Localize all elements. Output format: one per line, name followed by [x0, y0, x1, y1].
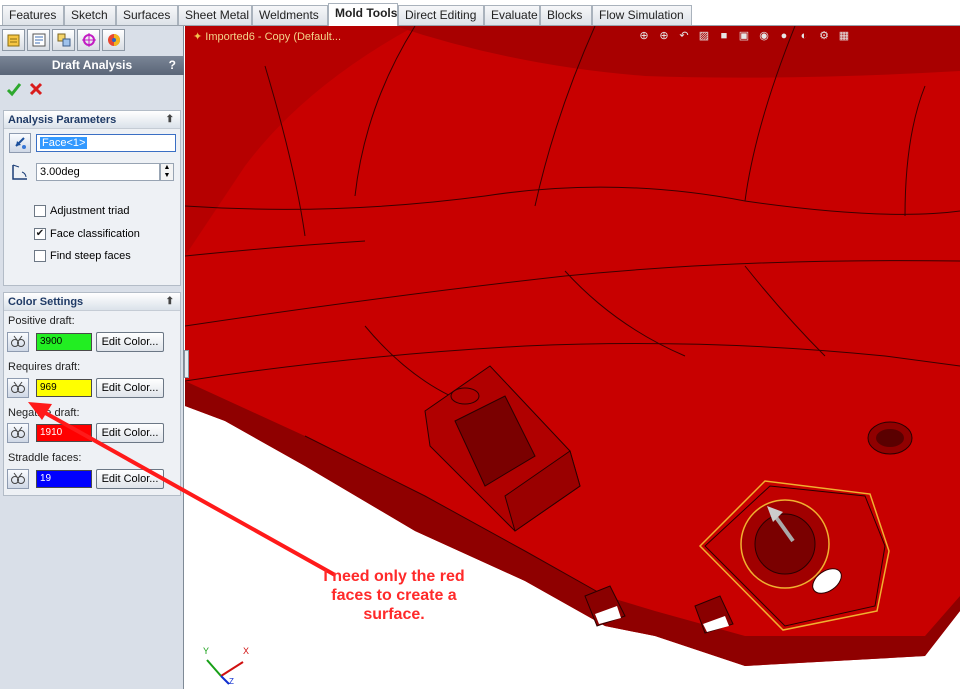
- tab-evaluate[interactable]: Evaluate: [484, 5, 540, 25]
- display-style-icon[interactable]: ▣: [737, 29, 751, 43]
- face-selection-text: Face<1>: [40, 137, 88, 149]
- requires-draft-visibility-icon[interactable]: [7, 378, 29, 398]
- tab-features[interactable]: Features: [2, 5, 64, 25]
- adjustment-triad-label: Adjustment triad: [50, 205, 130, 217]
- draft-angle-input[interactable]: 3.00deg: [36, 163, 160, 181]
- color-settings-group: Color Settings ⬆ Positive draft: 3900 Ed…: [3, 292, 181, 496]
- view-settings-icon[interactable]: ⚙: [817, 29, 831, 43]
- document-title-text: Imported6 - Copy (Default...: [205, 31, 342, 43]
- reference-triad: Y X Z: [203, 646, 249, 686]
- ok-checkmark-icon[interactable]: [6, 81, 22, 97]
- requires-draft-label: Requires draft:: [8, 361, 81, 373]
- face-classification-option[interactable]: ✔ Face classification: [34, 226, 140, 242]
- heads-up-view-toolbar: ⊕ ⊕ ↶ ▨ ■ ▣ ◉ ● ◐ ⚙ ▦: [637, 29, 851, 43]
- tab-sketch[interactable]: Sketch: [64, 5, 116, 25]
- face-classification-label: Face classification: [50, 228, 140, 240]
- tab-weldments[interactable]: Weldments: [252, 5, 328, 25]
- draft-angle-spinner[interactable]: ▲ ▼: [160, 163, 174, 181]
- edit-appearance-icon[interactable]: ●: [777, 29, 791, 43]
- positive-draft-visibility-icon[interactable]: [7, 332, 29, 352]
- direction-face-field[interactable]: Face<1>: [36, 134, 176, 152]
- triad-z-label: Z: [229, 677, 234, 686]
- annotation-text: I need only the red faces to create a su…: [323, 568, 465, 623]
- graphics-viewport[interactable]: ✦ Imported6 - Copy (Default... ⊕ ⊕ ↶ ▨ ■…: [185, 26, 960, 689]
- straddle-faces-swatch: 19: [36, 470, 92, 488]
- property-manager-tab-icon[interactable]: [27, 29, 50, 51]
- adjustment-triad-option[interactable]: Adjustment triad: [34, 203, 129, 219]
- negative-draft-visibility-icon[interactable]: [7, 423, 29, 443]
- panel-splitter-handle[interactable]: [184, 350, 189, 378]
- tab-flow-simulation[interactable]: Flow Simulation: [592, 5, 692, 25]
- requires-edit-color-button[interactable]: Edit Color...: [96, 378, 164, 398]
- find-steep-faces-checkbox[interactable]: [34, 250, 46, 262]
- panel-tab-strip: [2, 29, 125, 53]
- cancel-x-icon[interactable]: [28, 81, 44, 97]
- display-pane-icon[interactable]: ▦: [837, 29, 851, 43]
- straddle-faces-visibility-icon[interactable]: [7, 469, 29, 489]
- color-settings-header[interactable]: Color Settings ⬆: [4, 293, 180, 311]
- tab-sheet-metal[interactable]: Sheet Metal: [178, 5, 252, 25]
- color-settings-title: Color Settings: [8, 296, 84, 308]
- straddle-faces-label: Straddle faces:: [8, 452, 82, 464]
- triad-x-label: X: [243, 646, 249, 656]
- collapse-chevron-icon[interactable]: ⬆: [166, 111, 174, 129]
- requires-draft-swatch: 969: [36, 379, 92, 397]
- panel-title: Draft Analysis ?: [0, 56, 184, 75]
- configuration-manager-tab-icon[interactable]: [52, 29, 75, 51]
- help-icon[interactable]: ?: [169, 56, 176, 75]
- tab-surfaces[interactable]: Surfaces: [116, 5, 178, 25]
- red-part-model[interactable]: [185, 26, 960, 689]
- part-icon: ✦: [193, 31, 203, 43]
- panel-title-text: Draft Analysis: [51, 58, 133, 72]
- negative-draft-label: Negative draft:: [8, 407, 80, 419]
- triad-y-label: Y: [203, 646, 209, 656]
- collapse-chevron-icon[interactable]: ⬆: [166, 293, 174, 311]
- draft-angle-icon: [10, 162, 30, 182]
- positive-edit-color-button[interactable]: Edit Color...: [96, 332, 164, 352]
- analysis-parameters-header[interactable]: Analysis Parameters ⬆: [4, 111, 180, 129]
- negative-draft-swatch: 1910: [36, 424, 92, 442]
- command-manager-tabs: Features Sketch Surfaces Sheet Metal Wel…: [0, 0, 960, 26]
- document-title: ✦ Imported6 - Copy (Default...: [193, 30, 341, 43]
- tab-direct-editing[interactable]: Direct Editing: [398, 5, 484, 25]
- analysis-parameters-group: Analysis Parameters ⬆ Face<1> 3.00deg ▲ ▼…: [3, 110, 181, 286]
- zoom-to-fit-icon[interactable]: ⊕: [637, 29, 651, 43]
- view-orientation-icon[interactable]: ■: [717, 29, 731, 43]
- face-classification-checkbox[interactable]: ✔: [34, 228, 46, 240]
- feature-manager-tab-icon[interactable]: [2, 29, 25, 51]
- property-manager-panel: Draft Analysis ? Analysis Parameters ⬆ F…: [0, 26, 184, 689]
- zoom-to-area-icon[interactable]: ⊕: [657, 29, 671, 43]
- find-steep-faces-option[interactable]: Find steep faces: [34, 248, 131, 264]
- positive-draft-label: Positive draft:: [8, 315, 75, 327]
- display-manager-tab-icon[interactable]: [102, 29, 125, 51]
- positive-draft-swatch: 3900: [36, 333, 92, 351]
- find-steep-faces-label: Find steep faces: [50, 250, 131, 262]
- dimxpert-tab-icon[interactable]: [77, 29, 100, 51]
- analysis-parameters-title: Analysis Parameters: [8, 114, 117, 126]
- negative-edit-color-button[interactable]: Edit Color...: [96, 423, 164, 443]
- straddle-edit-color-button[interactable]: Edit Color...: [96, 469, 164, 489]
- hide-show-items-icon[interactable]: ◉: [757, 29, 771, 43]
- direction-of-pull-icon[interactable]: [9, 133, 31, 153]
- tab-mold-tools[interactable]: Mold Tools: [328, 3, 398, 26]
- adjustment-triad-checkbox[interactable]: [34, 205, 46, 217]
- apply-scene-icon[interactable]: ◐: [797, 29, 811, 43]
- previous-view-icon[interactable]: ↶: [677, 29, 691, 43]
- tab-blocks[interactable]: Blocks: [540, 5, 592, 25]
- section-view-icon[interactable]: ▨: [697, 29, 711, 43]
